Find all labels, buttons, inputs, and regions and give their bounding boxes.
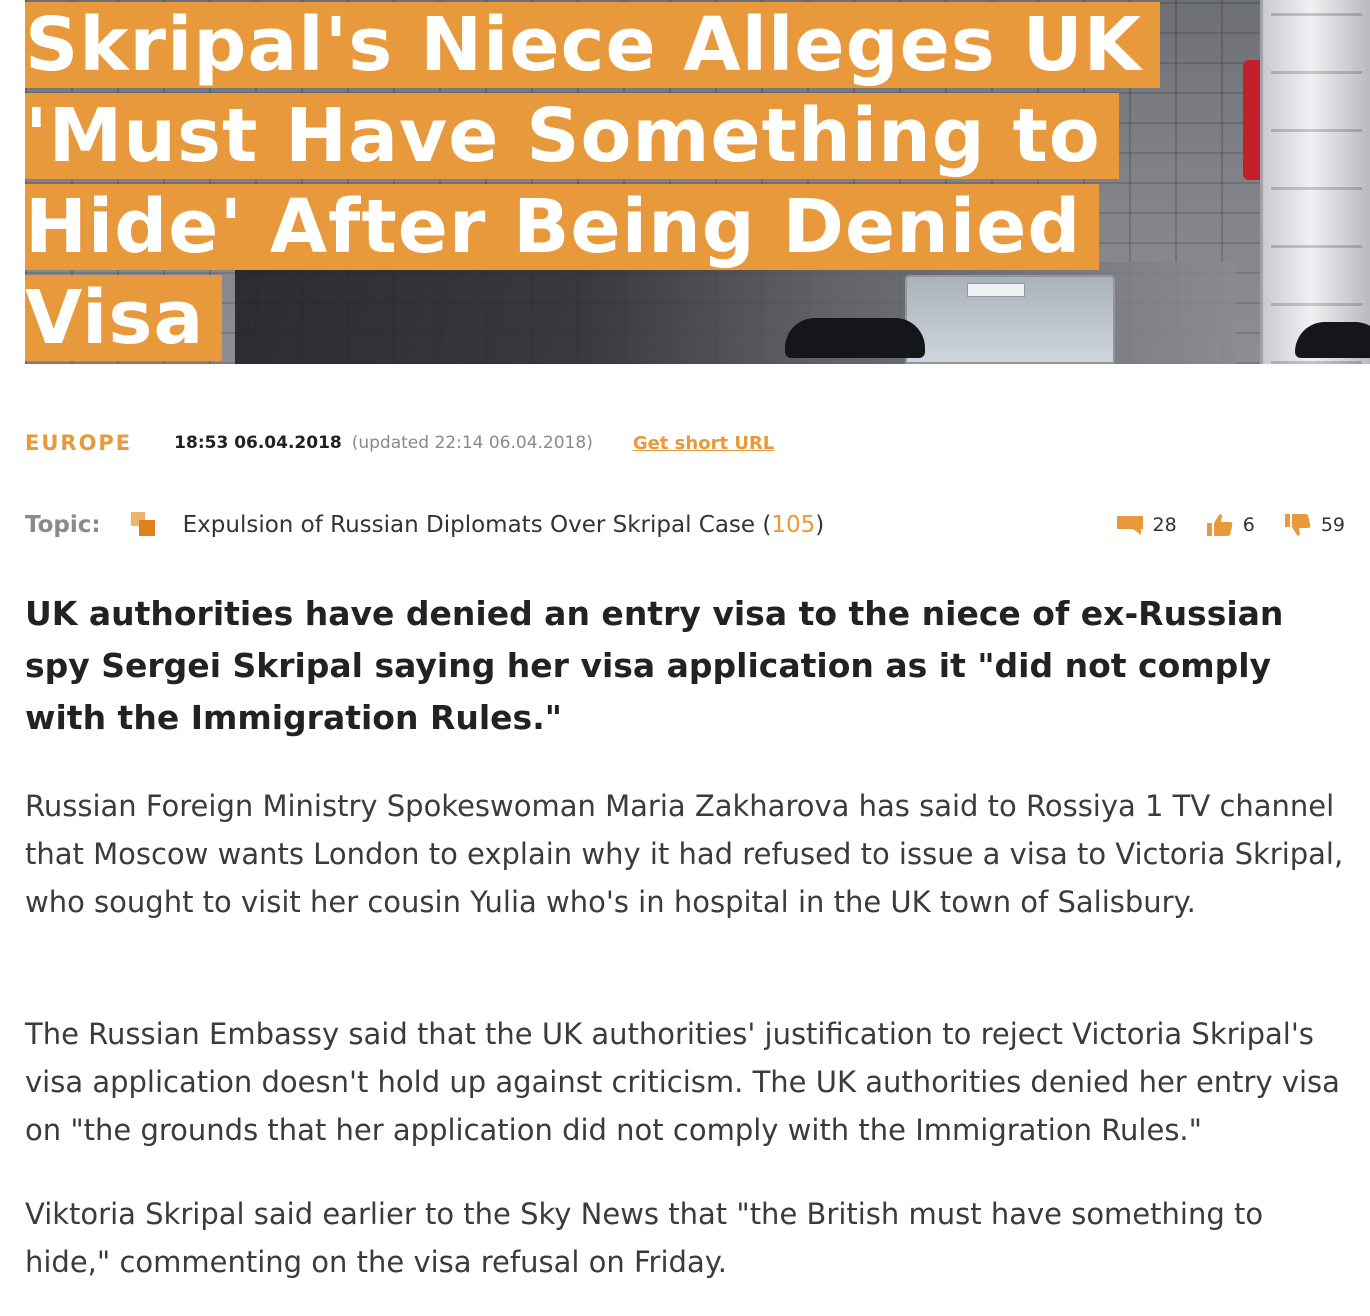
section-link[interactable]: EUROPE bbox=[25, 431, 132, 455]
topic-stack-icon bbox=[129, 510, 159, 540]
thumbs-up-icon bbox=[1206, 514, 1233, 536]
article-paragraph: Russian Foreign Ministry Spokeswoman Mar… bbox=[25, 789, 1344, 919]
comments-count: 28 bbox=[1152, 514, 1177, 536]
topic-link[interactable]: Expulsion of Russian Diplomats Over Skri… bbox=[183, 512, 825, 538]
updated-time: (updated 22:14 06.04.2018) bbox=[351, 433, 593, 453]
comment-icon bbox=[1116, 516, 1143, 535]
article-meta: EUROPE 18:53 06.04.2018 (updated 22:14 0… bbox=[25, 428, 774, 458]
article-headline: Skripal's Niece Alleges UK 'Must Have So… bbox=[25, 0, 1225, 364]
comments-stat[interactable]: 28 bbox=[1116, 514, 1177, 536]
dislikes-count: 59 bbox=[1320, 514, 1345, 536]
dislikes-stat[interactable]: 59 bbox=[1284, 513, 1345, 537]
topic-label: Topic: bbox=[25, 512, 101, 538]
thumbs-down-icon bbox=[1284, 514, 1311, 536]
topic-count: 105 bbox=[771, 512, 816, 538]
topic-count-close: ) bbox=[815, 512, 825, 538]
article-paragraph: Viktoria Skripal said earlier to the Sky… bbox=[25, 1197, 1264, 1279]
likes-stat[interactable]: 6 bbox=[1206, 513, 1255, 537]
article-lede: UK authorities have denied an entry visa… bbox=[25, 594, 1284, 737]
published-time: 18:53 06.04.2018 bbox=[174, 433, 342, 453]
topic-bar: Topic: Expulsion of Russian Diplomats Ov… bbox=[25, 506, 1345, 544]
topic-title: Expulsion of Russian Diplomats Over Skri… bbox=[182, 512, 756, 538]
get-short-url-link[interactable]: Get short URL bbox=[633, 433, 774, 454]
article-paragraph: The Russian Embassy said that the UK aut… bbox=[25, 1017, 1340, 1147]
article-stats: 28 6 59 bbox=[1097, 513, 1345, 537]
likes-count: 6 bbox=[1242, 514, 1255, 536]
